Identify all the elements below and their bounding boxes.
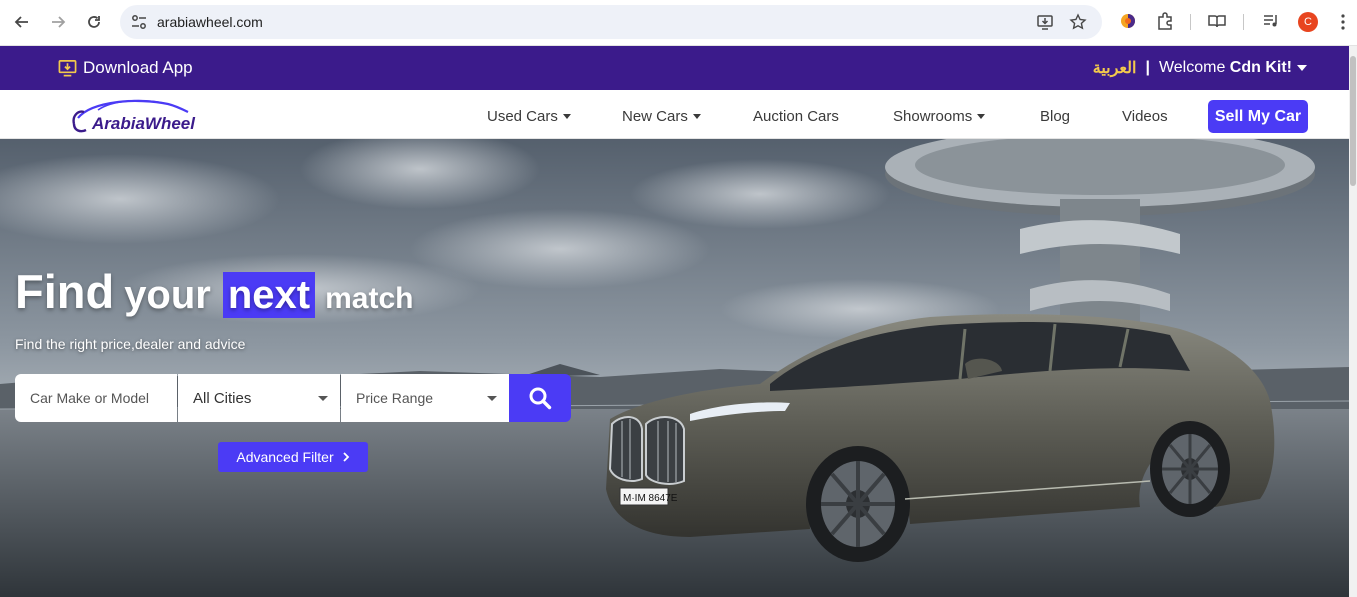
nav-used-cars-label: Used Cars xyxy=(487,108,558,125)
welcome-user: Cdn Kit! xyxy=(1229,59,1292,76)
main-navbar: ArabiaWheel Used Cars New Cars Auction C… xyxy=(0,90,1349,139)
hero-background-image: M·IM 8647E xyxy=(0,139,1349,597)
download-monitor-icon xyxy=(58,59,77,76)
headline-word-next: next xyxy=(222,272,316,318)
headline-word-match: match xyxy=(325,282,414,315)
page-scrollbar[interactable] xyxy=(1349,46,1357,597)
car-make-model-input[interactable]: Car Make or Model xyxy=(15,374,177,422)
nav-blog-label: Blog xyxy=(1040,108,1071,125)
nav-auction-cars-label: Auction Cars xyxy=(753,108,839,125)
reading-mode-icon[interactable] xyxy=(1207,11,1227,31)
chevron-down-icon xyxy=(487,396,497,401)
nav-videos-label: Videos xyxy=(1122,108,1168,125)
welcome-menu[interactable]: Welcome Cdn Kit! xyxy=(1159,59,1307,77)
bookmark-star-icon[interactable] xyxy=(1069,13,1087,31)
download-app-link[interactable]: Download App xyxy=(58,58,193,78)
price-range-select[interactable]: Price Range xyxy=(341,374,509,422)
chevron-right-icon xyxy=(343,452,349,462)
extensions-puzzle-icon[interactable] xyxy=(1155,11,1175,31)
toolbar-divider xyxy=(1190,14,1191,30)
browser-toolbar: arabiawheel.com C xyxy=(0,0,1357,46)
advanced-filter-button[interactable]: Advanced Filter xyxy=(218,442,368,472)
chevron-down-icon xyxy=(977,114,986,119)
headline-word-your: your xyxy=(124,273,211,317)
reload-icon[interactable] xyxy=(82,10,106,34)
nav-showrooms[interactable]: Showrooms xyxy=(893,108,986,125)
toolbar-divider xyxy=(1243,14,1244,30)
scrollbar-thumb[interactable] xyxy=(1350,56,1356,186)
search-button[interactable] xyxy=(509,374,571,422)
welcome-prefix: Welcome xyxy=(1158,59,1230,76)
headline-word-find: Find xyxy=(15,265,115,318)
car-make-model-placeholder: Car Make or Model xyxy=(30,390,150,406)
search-icon xyxy=(529,387,552,410)
install-app-icon[interactable] xyxy=(1036,13,1054,31)
browser-menu-icon[interactable] xyxy=(1336,12,1350,32)
forward-icon[interactable] xyxy=(46,10,70,34)
price-range-value: Price Range xyxy=(356,390,434,406)
license-plate-text: M·IM 8647E xyxy=(623,493,678,504)
chevron-down-icon xyxy=(318,396,328,401)
top-bar: Download App العربية | Welcome Cdn Kit! xyxy=(0,46,1349,90)
advanced-filter-label: Advanced Filter xyxy=(236,449,334,465)
nav-new-cars-label: New Cars xyxy=(622,108,688,125)
back-icon[interactable] xyxy=(10,10,34,34)
nav-used-cars[interactable]: Used Cars xyxy=(487,108,571,125)
topbar-separator: | xyxy=(1145,59,1150,76)
hero-banner: M·IM 8647E Find your next match Find the… xyxy=(0,139,1349,597)
extension-icon[interactable] xyxy=(1118,11,1138,31)
topbar-account: العربية | Welcome Cdn Kit! xyxy=(1093,58,1307,78)
chevron-down-icon xyxy=(692,114,701,119)
car-search-form: Car Make or Model All Cities Price Range xyxy=(15,374,571,422)
hero-subtitle: Find the right price,dealer and advice xyxy=(15,336,246,352)
logo-text: ArabiaWheel xyxy=(92,114,195,133)
chevron-down-icon xyxy=(562,114,571,119)
nav-auction-cars[interactable]: Auction Cars xyxy=(753,108,839,125)
city-select-value: All Cities xyxy=(193,390,252,407)
site-logo[interactable]: ArabiaWheel xyxy=(72,96,196,136)
hero-headline: Find your next match xyxy=(15,264,413,319)
download-app-label: Download App xyxy=(83,58,193,77)
nav-blog[interactable]: Blog xyxy=(1040,108,1070,125)
nav-new-cars[interactable]: New Cars xyxy=(622,108,701,125)
language-switch[interactable]: العربية xyxy=(1093,58,1137,78)
media-controls-icon[interactable] xyxy=(1261,11,1281,31)
chevron-down-icon xyxy=(1297,64,1307,71)
sell-my-car-button[interactable]: Sell My Car xyxy=(1208,100,1308,133)
nav-videos[interactable]: Videos xyxy=(1122,108,1168,125)
site-info-icon[interactable] xyxy=(130,13,148,31)
nav-showrooms-label: Showrooms xyxy=(893,108,973,125)
profile-avatar[interactable]: C xyxy=(1298,12,1318,32)
city-select[interactable]: All Cities xyxy=(178,374,340,422)
url-text[interactable]: arabiawheel.com xyxy=(157,14,263,30)
address-bar[interactable]: arabiawheel.com xyxy=(120,5,1102,39)
